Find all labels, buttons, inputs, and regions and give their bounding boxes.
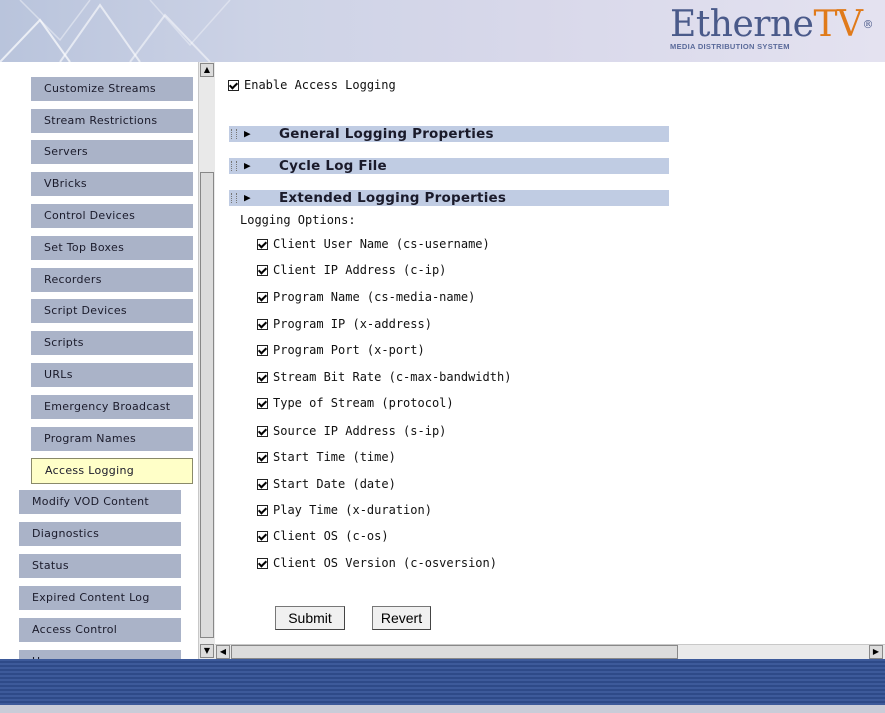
expand-arrow-icon[interactable]: ▶ xyxy=(244,158,251,174)
sidebar-item-emergency-broadcast[interactable]: Emergency Broadcast xyxy=(31,395,193,419)
option-label: Client OS Version (c-osversion) xyxy=(273,556,497,570)
section-title: Cycle Log File xyxy=(279,158,387,174)
submit-button[interactable]: Submit xyxy=(275,606,345,630)
option-start-date[interactable]: Start Date (date) xyxy=(257,477,396,491)
option-label: Client OS (c-os) xyxy=(273,529,389,543)
sidebar-scrollbar[interactable]: ▲ ▼ xyxy=(198,62,216,659)
sidebar-item-stream-restrictions[interactable]: Stream Restrictions xyxy=(31,109,193,133)
option-label: Program IP (x-address) xyxy=(273,317,432,331)
sidebar-scroll-thumb[interactable] xyxy=(200,172,214,638)
option-label: Client IP Address (c-ip) xyxy=(273,263,447,277)
sidebar-item-customize-streams[interactable]: Customize Streams xyxy=(31,77,193,101)
sidebar-item-scripts[interactable]: Scripts xyxy=(31,331,193,355)
option-checkbox[interactable] xyxy=(257,292,268,303)
horizontal-scroll-thumb[interactable] xyxy=(231,645,678,659)
option-label: Client User Name (cs-username) xyxy=(273,237,490,251)
sidebar-item-modify-vod-content[interactable]: Modify VOD Content xyxy=(19,490,181,514)
revert-button[interactable]: Revert xyxy=(372,606,431,630)
sidebar-item-script-devices[interactable]: Script Devices xyxy=(31,299,193,323)
sidebar-item-servers[interactable]: Servers xyxy=(31,140,193,164)
section-extended-logging-properties[interactable]: ▶ Extended Logging Properties xyxy=(229,190,669,206)
sidebar-item-expired-content-log[interactable]: Expired Content Log xyxy=(19,586,181,610)
option-checkbox[interactable] xyxy=(257,239,268,250)
footer-divider xyxy=(0,705,885,713)
option-label: Program Port (x-port) xyxy=(273,343,425,357)
scroll-down-arrow-icon[interactable]: ▼ xyxy=(200,644,214,658)
scroll-up-arrow-icon[interactable]: ▲ xyxy=(200,63,214,77)
sidebar-item-program-names[interactable]: Program Names xyxy=(31,427,193,451)
option-label: Start Time (time) xyxy=(273,450,396,464)
logo-registered: ® xyxy=(862,18,874,31)
sidebar-nav: Customize Streams Stream Restrictions Se… xyxy=(0,62,198,659)
header-decoration xyxy=(0,0,231,62)
section-general-logging-properties[interactable]: ▶ General Logging Properties xyxy=(229,126,669,142)
option-checkbox[interactable] xyxy=(257,319,268,330)
enable-access-logging-label: Enable Access Logging xyxy=(244,78,396,92)
option-program-port[interactable]: Program Port (x-port) xyxy=(257,343,425,357)
sidebar-item-vbricks[interactable]: VBricks xyxy=(31,172,193,196)
section-title: General Logging Properties xyxy=(279,126,494,142)
drag-grip-icon xyxy=(231,129,237,139)
option-checkbox[interactable] xyxy=(257,426,268,437)
option-checkbox[interactable] xyxy=(257,505,268,516)
option-start-time[interactable]: Start Time (time) xyxy=(257,450,396,464)
option-checkbox[interactable] xyxy=(257,398,268,409)
content-scrollbar-partial[interactable] xyxy=(875,62,885,644)
sidebar-item-status[interactable]: Status xyxy=(19,554,181,578)
access-logging-panel: Enable Access Logging ▶ General Logging … xyxy=(215,62,875,644)
option-checkbox[interactable] xyxy=(257,558,268,569)
option-label: Program Name (cs-media-name) xyxy=(273,290,476,304)
option-program-name[interactable]: Program Name (cs-media-name) xyxy=(257,290,475,304)
option-checkbox[interactable] xyxy=(257,452,268,463)
drag-grip-icon xyxy=(231,193,237,203)
sidebar-item-access-control[interactable]: Access Control xyxy=(19,618,181,642)
sidebar-item-set-top-boxes[interactable]: Set Top Boxes xyxy=(31,236,193,260)
logo-name-main: Etherne xyxy=(670,4,814,45)
section-cycle-log-file[interactable]: ▶ Cycle Log File xyxy=(229,158,669,174)
content-horizontal-scrollbar[interactable]: ◀ ▶ xyxy=(215,644,885,660)
enable-access-logging-checkbox[interactable] xyxy=(228,80,239,91)
drag-grip-icon xyxy=(231,161,237,171)
option-play-time[interactable]: Play Time (x-duration) xyxy=(257,503,432,517)
logging-options-label: Logging Options: xyxy=(240,213,356,227)
option-type-of-stream[interactable]: Type of Stream (protocol) xyxy=(257,396,454,410)
option-checkbox[interactable] xyxy=(257,372,268,383)
sidebar-item-access-logging[interactable]: Access Logging xyxy=(31,458,193,484)
section-title: Extended Logging Properties xyxy=(279,190,507,206)
option-label: Start Date (date) xyxy=(273,477,396,491)
option-label: Type of Stream (protocol) xyxy=(273,396,454,410)
enable-access-logging-row[interactable]: Enable Access Logging xyxy=(228,78,396,92)
expand-arrow-icon[interactable]: ▶ xyxy=(244,190,251,206)
sidebar-item-recorders[interactable]: Recorders xyxy=(31,268,193,292)
option-client-os-version[interactable]: Client OS Version (c-osversion) xyxy=(257,556,497,570)
option-client-user-name[interactable]: Client User Name (cs-username) xyxy=(257,237,490,251)
app-header: EtherneTV® MEDIA DISTRIBUTION SYSTEM xyxy=(0,0,885,63)
option-client-ip-address[interactable]: Client IP Address (c-ip) xyxy=(257,263,446,277)
sidebar-item-diagnostics[interactable]: Diagnostics xyxy=(19,522,181,546)
option-checkbox[interactable] xyxy=(257,265,268,276)
option-label: Source IP Address (s-ip) xyxy=(273,424,447,438)
etherne-tv-logo: EtherneTV® MEDIA DISTRIBUTION SYSTEM xyxy=(670,4,874,52)
sidebar-item-users[interactable]: Users xyxy=(19,650,181,659)
scroll-right-arrow-icon[interactable]: ▶ xyxy=(869,645,883,659)
sidebar-item-urls[interactable]: URLs xyxy=(31,363,193,387)
expand-arrow-icon[interactable]: ▶ xyxy=(244,126,251,142)
option-client-os[interactable]: Client OS (c-os) xyxy=(257,529,389,543)
app-footer xyxy=(0,659,885,713)
option-checkbox[interactable] xyxy=(257,531,268,542)
option-label: Play Time (x-duration) xyxy=(273,503,432,517)
option-stream-bit-rate[interactable]: Stream Bit Rate (c-max-bandwidth) xyxy=(257,370,511,384)
option-source-ip-address[interactable]: Source IP Address (s-ip) xyxy=(257,424,446,438)
scroll-left-arrow-icon[interactable]: ◀ xyxy=(216,645,230,659)
option-program-ip[interactable]: Program IP (x-address) xyxy=(257,317,432,331)
option-checkbox[interactable] xyxy=(257,345,268,356)
logo-name-accent: TV xyxy=(813,4,863,45)
option-label: Stream Bit Rate (c-max-bandwidth) xyxy=(273,370,512,384)
option-checkbox[interactable] xyxy=(257,479,268,490)
sidebar-item-control-devices[interactable]: Control Devices xyxy=(31,204,193,228)
